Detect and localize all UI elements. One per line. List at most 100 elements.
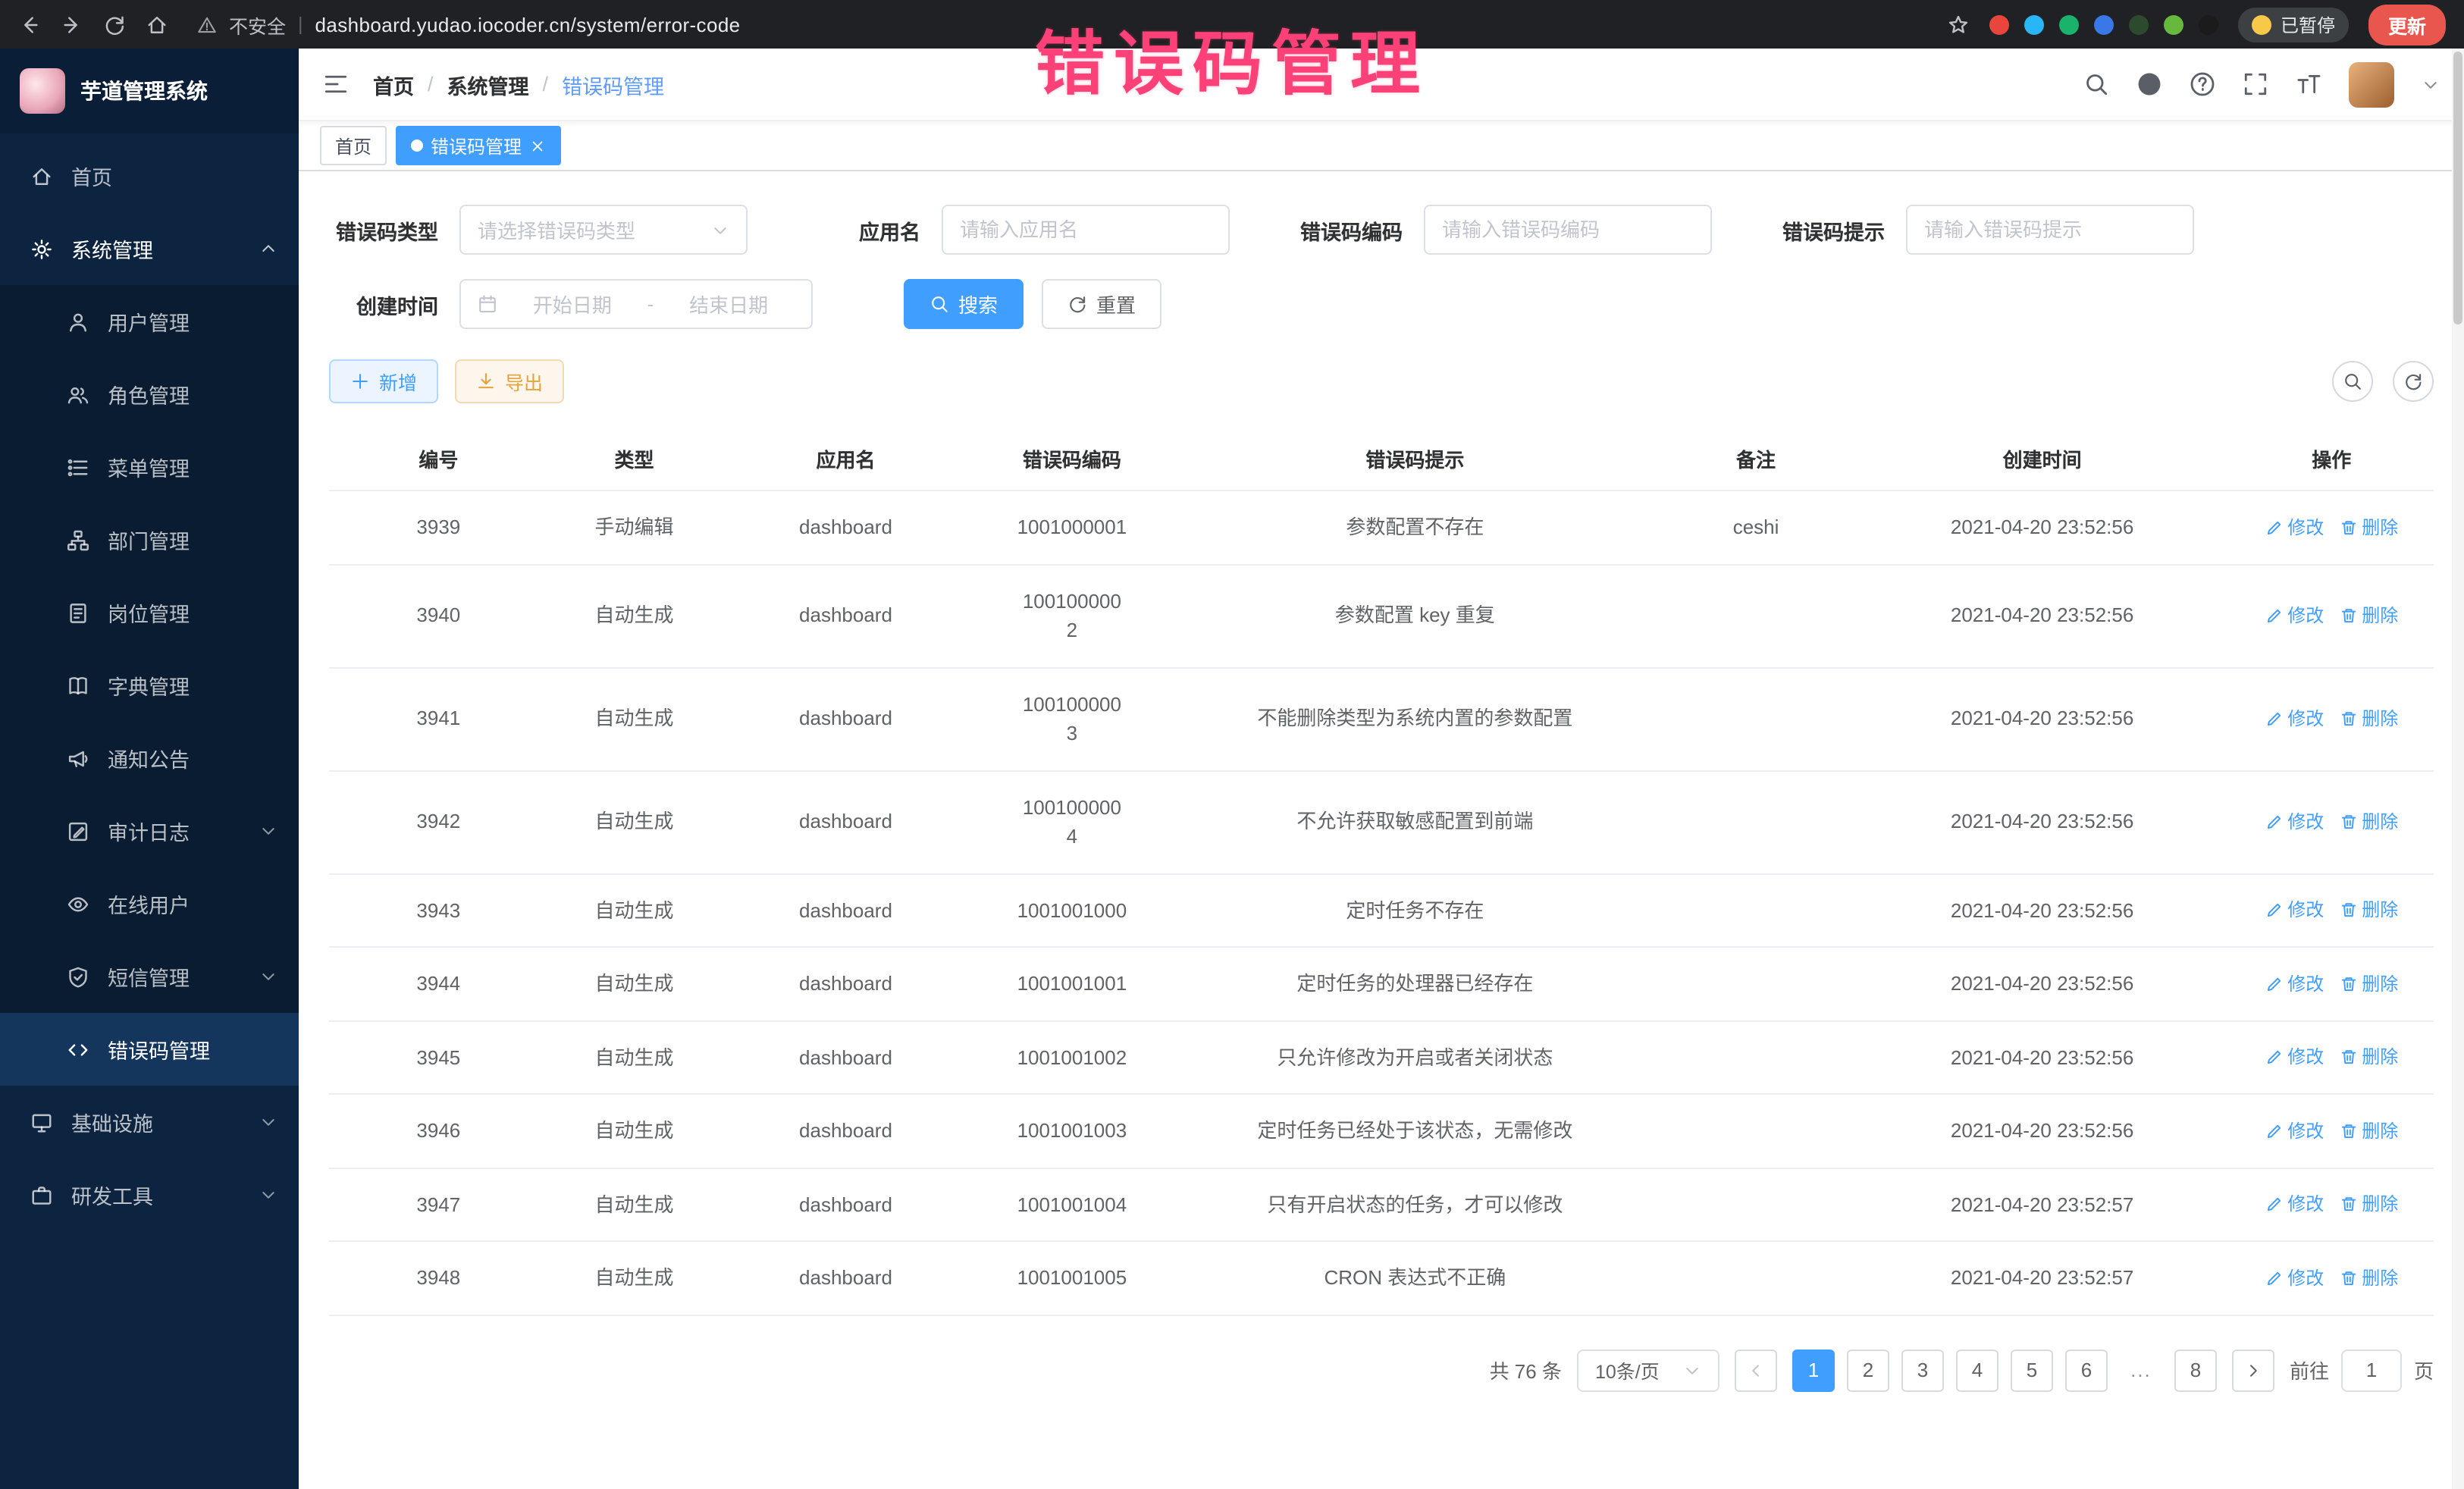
page-button-2[interactable]: 2 [1847,1349,1889,1391]
delete-link[interactable]: 删除 [2339,1118,2398,1145]
export-button[interactable]: 导出 [455,359,564,403]
breadcrumb-home[interactable]: 首页 [373,69,414,99]
toggle-search-button[interactable] [2332,361,2373,402]
sidebar-item-14[interactable]: 研发工具 [0,1158,299,1231]
tab-home[interactable]: 首页 [320,126,387,165]
hamburger-icon[interactable] [323,71,349,97]
cell-type: 自动生成 [548,948,721,1020]
update-button[interactable]: 更新 [2368,4,2446,45]
back-icon[interactable] [18,13,41,36]
error-type-select[interactable]: 请选择错误码类型 [459,205,748,255]
download-icon [476,371,496,391]
page-button-3[interactable]: 3 [1901,1349,1944,1391]
edit-link[interactable]: 修改 [2265,897,2324,924]
ext-green-check-icon[interactable] [2059,14,2079,34]
table-row: 3939手动编辑dashboard1001000001参数配置不存在ceshi2… [329,491,2434,565]
page-size-select[interactable]: 10条/页 [1577,1349,1719,1391]
delete-link[interactable]: 删除 [2339,1044,2398,1071]
ext-pin-icon[interactable] [2199,14,2218,34]
edit-link[interactable]: 修改 [2265,602,2324,629]
sidebar-item-6[interactable]: 岗位管理 [0,576,299,649]
scrollbar[interactable] [2452,49,2464,1489]
cell-app: dashboard [720,874,970,946]
sidebar-item-13[interactable]: 基础设施 [0,1086,299,1158]
page-button-1[interactable]: 1 [1792,1349,1835,1391]
page-button-5[interactable]: 5 [2011,1349,2053,1391]
smiley-extension-icon [2252,14,2271,34]
font-size-icon[interactable] [2296,71,2321,97]
page-button-4[interactable]: 4 [1956,1349,1998,1391]
edit-link[interactable]: 修改 [2265,1118,2324,1145]
sidebar-item-1[interactable]: 系统管理 [0,212,299,285]
delete-link[interactable]: 删除 [2339,970,2398,998]
bookmark-star-icon[interactable] [1947,13,1970,36]
delete-link[interactable]: 删除 [2339,705,2398,732]
header-search-icon[interactable] [2083,71,2109,97]
refresh-table-button[interactable] [2393,361,2434,402]
ext-blue-grid-icon[interactable] [2094,14,2114,34]
ext-teal-icon[interactable] [2024,14,2044,34]
sidebar-item-9[interactable]: 审计日志 [0,795,299,867]
sidebar-item-3[interactable]: 角色管理 [0,358,299,431]
error-hint-input[interactable] [1924,218,2176,241]
tab-error-code[interactable]: 错误码管理 [396,126,561,165]
ext-red-icon[interactable] [1989,14,2009,34]
page-more-button[interactable]: ... [2120,1349,2162,1391]
delete-link[interactable]: 删除 [2339,1265,2398,1292]
date-range-picker[interactable]: 开始日期 - 结束日期 [459,279,813,329]
error-code-input[interactable] [1442,218,1694,241]
edit-link[interactable]: 修改 [2265,970,2324,998]
url-bar[interactable]: 不安全 | dashboard.yudao.iocoder.cn/system/… [197,10,741,39]
page-button-6[interactable]: 6 [2065,1349,2108,1391]
add-button[interactable]: 新增 [329,359,438,403]
edit-link[interactable]: 修改 [2265,1191,2324,1218]
sidebar-item-5[interactable]: 部门管理 [0,503,299,576]
sidebar-item-10[interactable]: 在线用户 [0,867,299,940]
user-avatar[interactable] [2349,61,2394,107]
github-icon[interactable] [2136,71,2162,97]
navbar-actions [2083,61,2440,107]
goto-page-input[interactable] [2341,1349,2402,1391]
filter-error-code: 错误码编码 [1293,205,1712,255]
forward-icon[interactable] [61,13,83,36]
infra-icon [30,1111,53,1133]
sidebar-item-11[interactable]: 短信管理 [0,940,299,1013]
edit-link[interactable]: 修改 [2265,705,2324,732]
ext-dark-on-icon[interactable] [2129,14,2149,34]
help-icon[interactable] [2190,71,2215,97]
avatar-caret-icon[interactable] [2422,75,2440,93]
edit-link[interactable]: 修改 [2265,808,2324,835]
tab-error-code-label: 错误码管理 [431,133,522,158]
column-header-2: 应用名 [720,428,970,490]
sidebar-item-0[interactable]: 首页 [0,139,299,212]
reset-button[interactable]: 重置 [1042,279,1161,329]
prev-page-button[interactable] [1735,1349,1777,1391]
next-page-button[interactable] [2232,1349,2274,1391]
delete-link[interactable]: 删除 [2339,808,2398,835]
scrollbar-thumb[interactable] [2453,52,2462,324]
edit-link[interactable]: 修改 [2265,514,2324,541]
delete-link[interactable]: 删除 [2339,602,2398,629]
paused-badge[interactable]: 已暂停 [2238,7,2349,42]
search-button[interactable]: 搜索 [904,279,1024,329]
app-name-input[interactable] [960,218,1212,241]
sidebar-item-7[interactable]: 字典管理 [0,649,299,722]
page-button-8[interactable]: 8 [2174,1349,2217,1391]
fullscreen-icon[interactable] [2243,71,2268,97]
reload-icon[interactable] [103,13,126,36]
ext-leaf-icon[interactable] [2164,14,2183,34]
delete-link[interactable]: 删除 [2339,1191,2398,1218]
browser-home-icon[interactable] [146,13,168,36]
delete-link[interactable]: 删除 [2339,514,2398,541]
breadcrumb-system[interactable]: 系统管理 [447,69,529,99]
sidebar-item-4[interactable]: 菜单管理 [0,431,299,503]
close-icon[interactable] [529,137,546,154]
app-logo[interactable]: 芋道管理系统 [0,49,299,133]
delete-link[interactable]: 删除 [2339,897,2398,924]
sidebar-item-12[interactable]: 错误码管理 [0,1013,299,1086]
edit-link[interactable]: 修改 [2265,1044,2324,1071]
sidebar-item-2[interactable]: 用户管理 [0,285,299,358]
edit-link[interactable]: 修改 [2265,1265,2324,1292]
goto-label: 前往 [2290,1356,2329,1384]
sidebar-item-8[interactable]: 通知公告 [0,722,299,795]
